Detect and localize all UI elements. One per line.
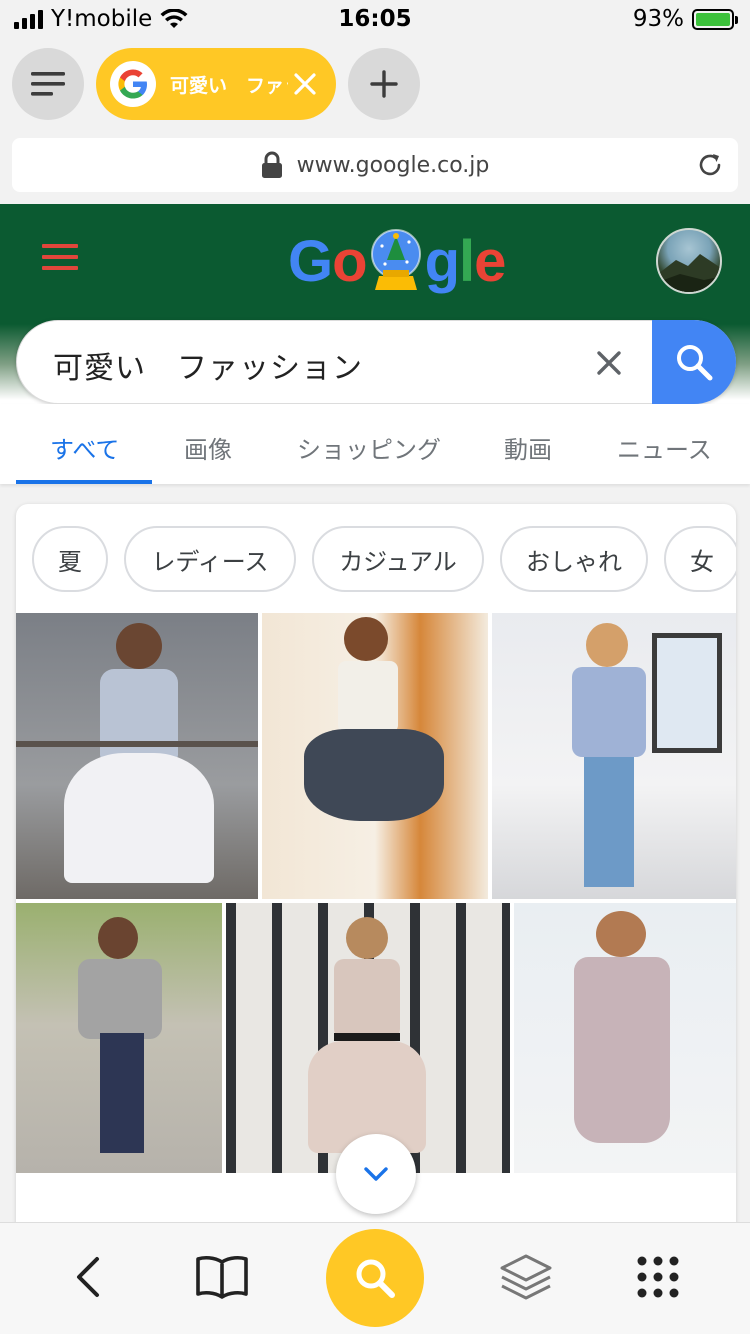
snow-globe-icon <box>370 229 421 290</box>
grid-dots-icon <box>637 1256 679 1298</box>
account-avatar[interactable] <box>656 228 722 294</box>
tabs-menu-button[interactable] <box>12 48 84 120</box>
url-text: www.google.co.jp <box>296 152 490 178</box>
layers-icon <box>500 1254 552 1300</box>
show-more-button[interactable] <box>336 1134 416 1214</box>
image-result[interactable] <box>16 903 222 1173</box>
plus-icon <box>370 70 398 98</box>
image-result[interactable] <box>16 613 258 899</box>
more-button[interactable] <box>626 1245 690 1309</box>
google-doodle-logo[interactable]: Go gle <box>288 226 506 296</box>
search-icon <box>356 1259 395 1298</box>
new-tab-button[interactable] <box>348 48 420 120</box>
clear-search-icon[interactable] <box>595 349 623 377</box>
google-favicon-icon <box>110 61 156 107</box>
back-button[interactable] <box>56 1245 120 1309</box>
search-button[interactable] <box>326 1229 424 1327</box>
chip-casual[interactable]: カジュアル <box>312 526 484 592</box>
tab-title: 可愛い ファッション <box>170 74 288 97</box>
search-input[interactable]: 可愛い ファッション <box>53 343 363 387</box>
image-result[interactable] <box>492 613 736 899</box>
chip-ladies[interactable]: レディース <box>124 526 296 592</box>
close-tab-icon[interactable] <box>290 69 320 99</box>
chevron-down-icon <box>364 1167 388 1181</box>
tab-videos[interactable]: 動画 <box>504 430 552 465</box>
search-icon <box>677 345 713 381</box>
image-result[interactable] <box>226 903 510 1173</box>
search-box[interactable]: 可愛い ファッション <box>16 320 736 404</box>
bookmarks-button[interactable] <box>190 1245 254 1309</box>
image-result[interactable] <box>514 903 736 1173</box>
reload-icon[interactable] <box>696 151 724 179</box>
search-submit-button[interactable] <box>652 320 736 404</box>
image-results-card: 夏 レディース カジュアル おしゃれ 女 <box>16 504 736 1244</box>
lock-icon <box>261 151 282 178</box>
chip-women[interactable]: 女 <box>664 526 736 592</box>
book-icon <box>196 1255 248 1299</box>
tab-shopping[interactable]: ショッピング <box>297 430 441 465</box>
chevron-left-icon <box>77 1257 99 1297</box>
chip-stylish[interactable]: おしゃれ <box>500 526 648 592</box>
active-tab-indicator <box>16 480 152 484</box>
battery-percent: 93% <box>632 6 684 32</box>
image-result[interactable] <box>262 613 488 899</box>
bottom-toolbar <box>0 1222 750 1334</box>
status-bar: Y!mobile 16:05 93% <box>0 0 750 40</box>
address-bar[interactable]: www.google.co.jp <box>12 138 738 192</box>
tab-row: 可愛い ファッション <box>0 48 750 120</box>
chip-summer[interactable]: 夏 <box>32 526 108 592</box>
active-tab[interactable]: 可愛い ファッション <box>96 48 336 120</box>
menu-icon <box>31 72 65 96</box>
tab-all[interactable]: すべて <box>50 430 119 465</box>
tabs-button[interactable] <box>494 1245 558 1309</box>
tab-news[interactable]: ニュース <box>617 430 712 465</box>
tab-images[interactable]: 画像 <box>184 430 232 465</box>
search-nav-tabs: すべて 画像 ショッピング 動画 ニュース <box>0 404 750 484</box>
battery-icon <box>692 9 738 30</box>
google-menu-icon[interactable] <box>42 244 78 270</box>
